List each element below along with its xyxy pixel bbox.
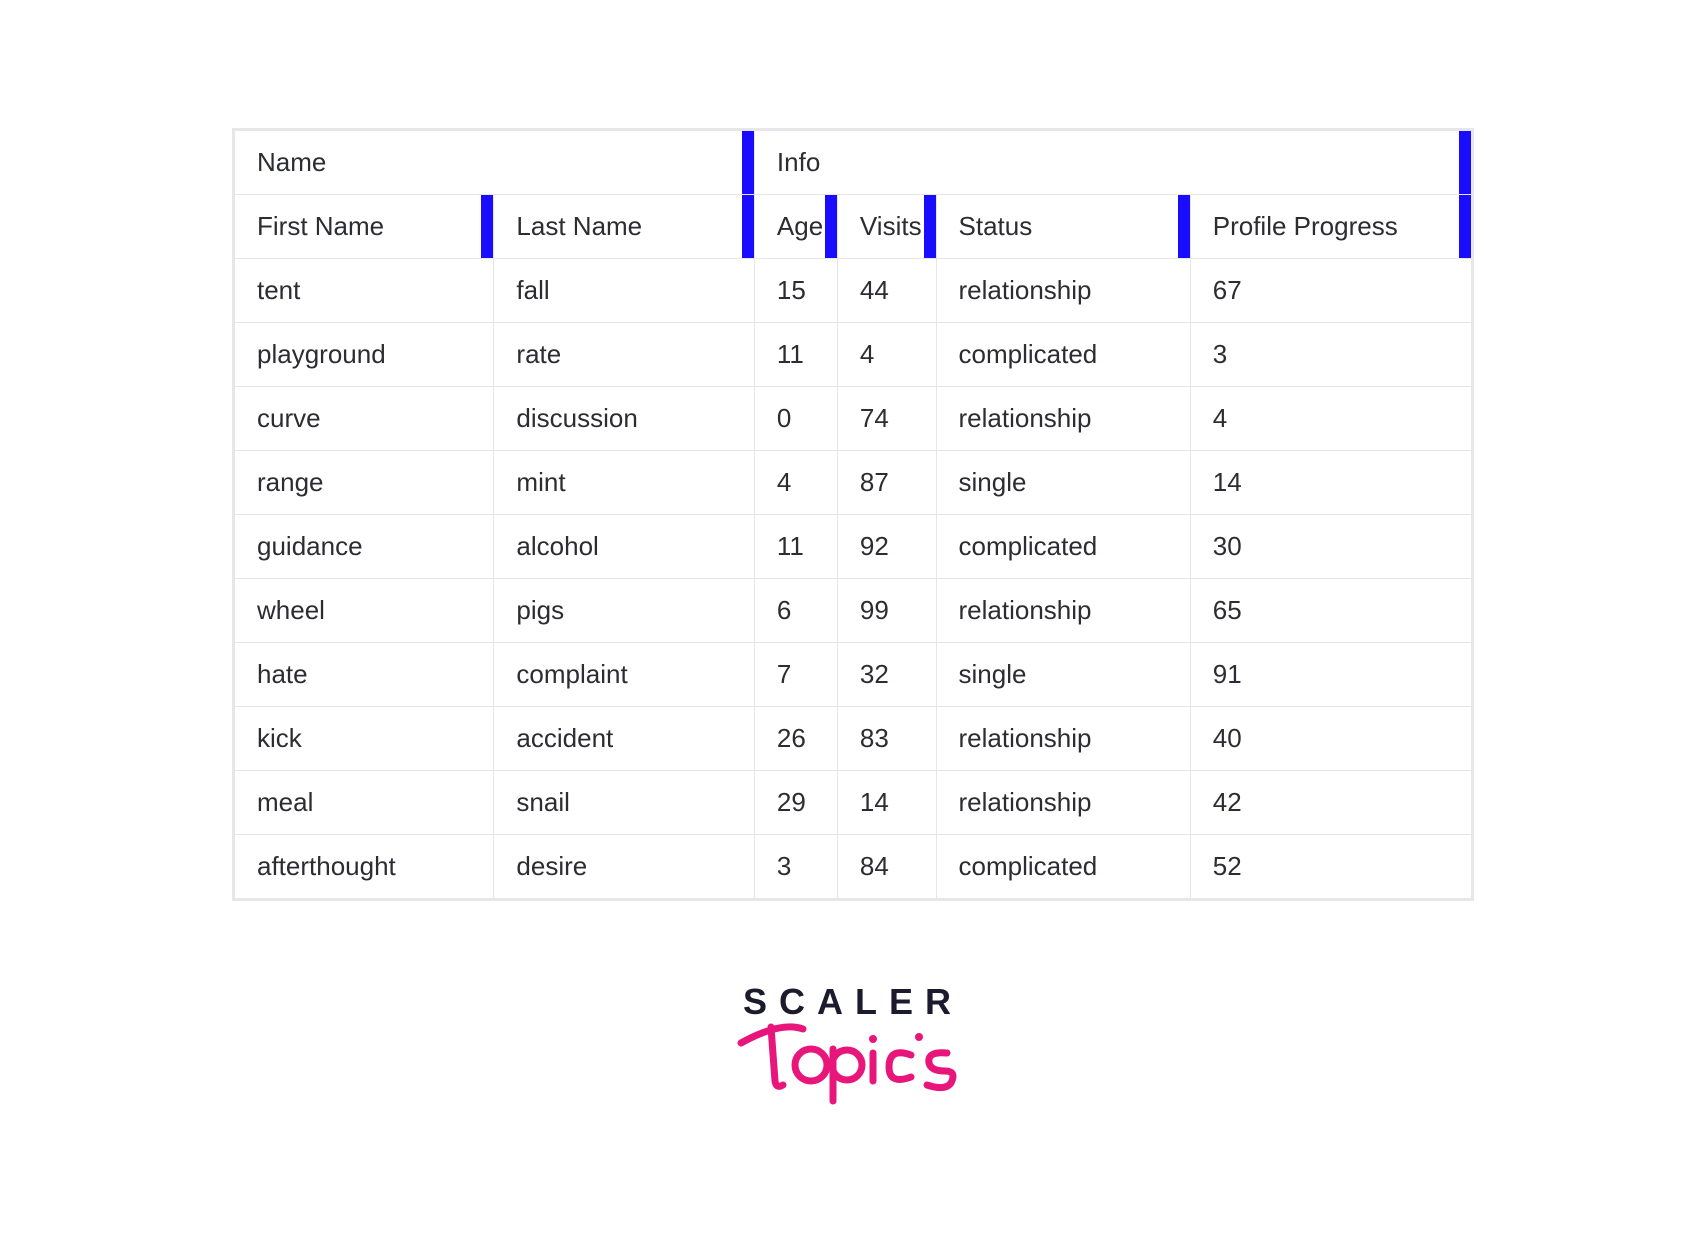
cell-status: single (936, 451, 1190, 515)
cell-status: complicated (936, 835, 1190, 899)
cell-visits: 74 (837, 387, 936, 451)
cell-profile-progress: 14 (1190, 451, 1471, 515)
cell-first-name: tent (235, 259, 494, 323)
cell-visits: 92 (837, 515, 936, 579)
table-row: playgroundrate114complicated3 (235, 323, 1472, 387)
cell-profile-progress: 91 (1190, 643, 1471, 707)
cell-status: relationship (936, 771, 1190, 835)
header-age[interactable]: Age (754, 195, 837, 259)
cell-status: relationship (936, 707, 1190, 771)
header-profile-progress[interactable]: Profile Progress (1190, 195, 1471, 259)
header-visits[interactable]: Visits (837, 195, 936, 259)
table-row: kickaccident2683relationship40 (235, 707, 1472, 771)
table-row: curvediscussion074relationship4 (235, 387, 1472, 451)
cell-status: complicated (936, 323, 1190, 387)
cell-visits: 87 (837, 451, 936, 515)
cell-status: complicated (936, 515, 1190, 579)
cell-age: 26 (754, 707, 837, 771)
cell-first-name: meal (235, 771, 494, 835)
table-row: wheelpigs699relationship65 (235, 579, 1472, 643)
cell-age: 7 (754, 643, 837, 707)
brand-logo: SCALER (703, 981, 1003, 1105)
header-columns-row: First Name Last Name Age Visits Status P… (235, 195, 1472, 259)
header-group-info[interactable]: Info (754, 131, 1471, 195)
cell-status: relationship (936, 259, 1190, 323)
cell-first-name: hate (235, 643, 494, 707)
cell-age: 6 (754, 579, 837, 643)
brand-line2 (733, 1015, 973, 1105)
cell-age: 3 (754, 835, 837, 899)
cell-age: 0 (754, 387, 837, 451)
header-group-name[interactable]: Name (235, 131, 755, 195)
cell-last-name: mint (494, 451, 754, 515)
header-status[interactable]: Status (936, 195, 1190, 259)
cell-first-name: kick (235, 707, 494, 771)
cell-age: 29 (754, 771, 837, 835)
cell-first-name: afterthought (235, 835, 494, 899)
table-row: mealsnail2914relationship42 (235, 771, 1472, 835)
cell-age: 11 (754, 323, 837, 387)
table-header: Name Info First Name Last Name Age Visit… (235, 131, 1472, 259)
cell-last-name: snail (494, 771, 754, 835)
cell-profile-progress: 42 (1190, 771, 1471, 835)
cell-profile-progress: 52 (1190, 835, 1471, 899)
cell-last-name: discussion (494, 387, 754, 451)
header-first-name[interactable]: First Name (235, 195, 494, 259)
cell-last-name: complaint (494, 643, 754, 707)
cell-visits: 44 (837, 259, 936, 323)
cell-status: relationship (936, 579, 1190, 643)
cell-first-name: guidance (235, 515, 494, 579)
cell-age: 15 (754, 259, 837, 323)
cell-visits: 32 (837, 643, 936, 707)
cell-last-name: accident (494, 707, 754, 771)
table-row: guidancealcohol1192complicated30 (235, 515, 1472, 579)
cell-age: 11 (754, 515, 837, 579)
header-last-name[interactable]: Last Name (494, 195, 754, 259)
cell-first-name: curve (235, 387, 494, 451)
table-body: tentfall1544relationship67playgroundrate… (235, 259, 1472, 899)
cell-last-name: alcohol (494, 515, 754, 579)
cell-visits: 4 (837, 323, 936, 387)
cell-status: single (936, 643, 1190, 707)
cell-last-name: pigs (494, 579, 754, 643)
table-row: afterthoughtdesire384complicated52 (235, 835, 1472, 899)
data-table-container: Name Info First Name Last Name Age Visit… (232, 128, 1474, 901)
cell-first-name: wheel (235, 579, 494, 643)
cell-visits: 99 (837, 579, 936, 643)
page: Name Info First Name Last Name Age Visit… (0, 0, 1706, 1145)
cell-last-name: rate (494, 323, 754, 387)
cell-profile-progress: 40 (1190, 707, 1471, 771)
header-groups-row: Name Info (235, 131, 1472, 195)
cell-visits: 84 (837, 835, 936, 899)
table-row: rangemint487single14 (235, 451, 1472, 515)
cell-last-name: fall (494, 259, 754, 323)
cell-profile-progress: 65 (1190, 579, 1471, 643)
cell-profile-progress: 67 (1190, 259, 1471, 323)
cell-profile-progress: 3 (1190, 323, 1471, 387)
cell-profile-progress: 30 (1190, 515, 1471, 579)
cell-status: relationship (936, 387, 1190, 451)
table-row: tentfall1544relationship67 (235, 259, 1472, 323)
cell-first-name: range (235, 451, 494, 515)
cell-profile-progress: 4 (1190, 387, 1471, 451)
table-row: hatecomplaint732single91 (235, 643, 1472, 707)
cell-visits: 83 (837, 707, 936, 771)
data-table: Name Info First Name Last Name Age Visit… (234, 130, 1472, 899)
cell-last-name: desire (494, 835, 754, 899)
cell-first-name: playground (235, 323, 494, 387)
cell-visits: 14 (837, 771, 936, 835)
cell-age: 4 (754, 451, 837, 515)
